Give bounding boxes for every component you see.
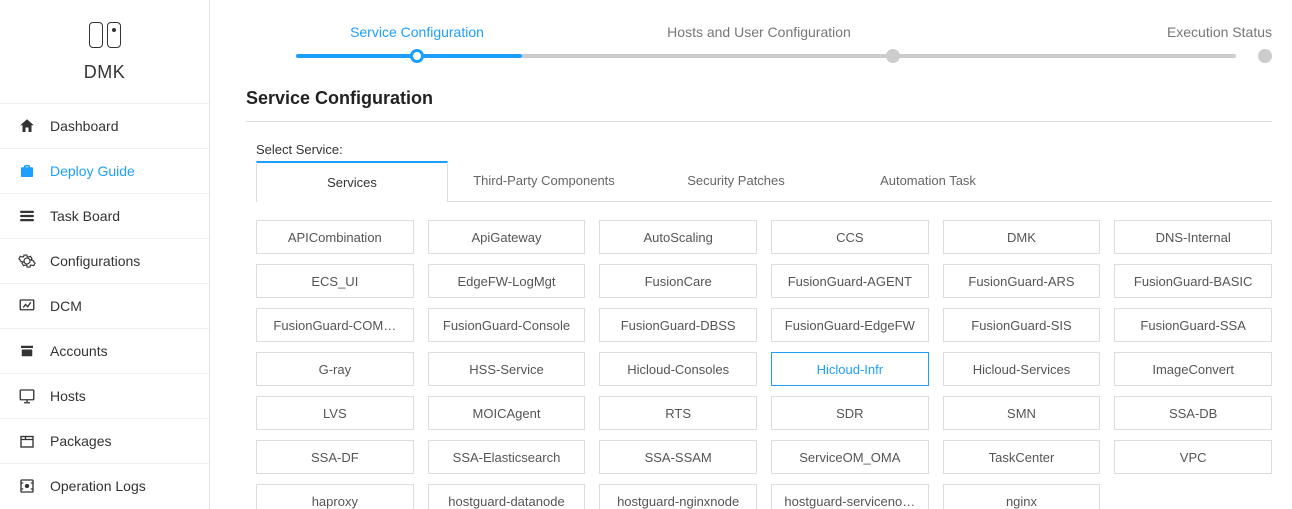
briefcase-icon	[18, 162, 36, 180]
logo: DMK	[0, 0, 209, 103]
app-icon	[89, 22, 121, 48]
service-tile[interactable]: FusionGuard-BASIC	[1114, 264, 1272, 298]
step-label: Hosts and User Configuration	[667, 24, 851, 40]
nav-item-label: DCM	[50, 298, 82, 314]
service-tile[interactable]: RTS	[599, 396, 757, 430]
log-icon	[18, 477, 36, 495]
tab-automation-task[interactable]: Automation Task	[832, 161, 1024, 201]
step-3[interactable]: Execution Status	[930, 24, 1272, 52]
service-tile[interactable]: FusionCare	[599, 264, 757, 298]
service-tile[interactable]: FusionGuard-COM…	[256, 308, 414, 342]
nav-item-hosts[interactable]: Hosts	[0, 373, 209, 418]
tab-services[interactable]: Services	[256, 161, 448, 202]
service-tile[interactable]: hostguard-datanode	[428, 484, 586, 509]
service-tile[interactable]: hostguard-serviceno…	[771, 484, 929, 509]
step-1[interactable]: Service Configuration	[246, 24, 588, 52]
tabs: ServicesThird-Party ComponentsSecurity P…	[256, 161, 1272, 202]
divider	[246, 121, 1272, 122]
nav-item-dcm[interactable]: DCM	[0, 283, 209, 328]
nav-item-label: Operation Logs	[50, 478, 146, 494]
nav-item-label: Deploy Guide	[50, 163, 135, 179]
main: Service Configuration Hosts and User Con…	[210, 0, 1292, 509]
nav-item-accounts[interactable]: Accounts	[0, 328, 209, 373]
service-tile[interactable]: CCS	[771, 220, 929, 254]
service-tile[interactable]: MOICAgent	[428, 396, 586, 430]
service-tile[interactable]: ECS_UI	[256, 264, 414, 298]
service-tile[interactable]: G-ray	[256, 352, 414, 386]
page-title: Service Configuration	[246, 88, 1272, 109]
service-tile[interactable]: EdgeFW-LogMgt	[428, 264, 586, 298]
service-tile[interactable]: Hicloud-Consoles	[599, 352, 757, 386]
step-dot	[886, 49, 900, 63]
nav-item-label: Accounts	[50, 343, 108, 359]
service-tile[interactable]: FusionGuard-Console	[428, 308, 586, 342]
service-tile[interactable]: HSS-Service	[428, 352, 586, 386]
service-tile[interactable]: FusionGuard-ARS	[943, 264, 1101, 298]
step-dot	[410, 49, 424, 63]
service-tile[interactable]: DMK	[943, 220, 1101, 254]
nav-item-label: Task Board	[50, 208, 120, 224]
home-icon	[18, 117, 36, 135]
step-label: Service Configuration	[350, 24, 484, 40]
service-tile[interactable]: VPC	[1114, 440, 1272, 474]
monitor-icon	[18, 297, 36, 315]
nav-item-label: Hosts	[50, 388, 86, 404]
stepper-track	[296, 54, 1236, 58]
step-2[interactable]: Hosts and User Configuration	[588, 24, 930, 52]
package-icon	[18, 432, 36, 450]
select-service-label: Select Service:	[256, 142, 1272, 157]
stepper-progress	[296, 54, 522, 58]
nav-item-dashboard[interactable]: Dashboard	[0, 103, 209, 148]
nav-item-packages[interactable]: Packages	[0, 418, 209, 463]
service-tile[interactable]: SSA-SSAM	[599, 440, 757, 474]
list-icon	[18, 207, 36, 225]
service-tile[interactable]: AutoScaling	[599, 220, 757, 254]
service-tile[interactable]: ServiceOM_OMA	[771, 440, 929, 474]
service-tile[interactable]: hostguard-nginxnode	[599, 484, 757, 509]
nav: Dashboard Deploy Guide Task Board Configura…	[0, 103, 209, 508]
service-tile[interactable]: FusionGuard-SIS	[943, 308, 1101, 342]
nav-item-label: Packages	[50, 433, 111, 449]
stepper: Service Configuration Hosts and User Con…	[246, 24, 1272, 52]
gear-icon	[18, 252, 36, 270]
sidebar: DMK Dashboard Deploy Guide Task Board Confi…	[0, 0, 210, 509]
service-tile[interactable]: SSA-DF	[256, 440, 414, 474]
service-tile[interactable]: FusionGuard-SSA	[1114, 308, 1272, 342]
service-tile[interactable]: TaskCenter	[943, 440, 1101, 474]
service-tile[interactable]: APICombination	[256, 220, 414, 254]
service-tile[interactable]: Hicloud-Infr	[771, 352, 929, 386]
nav-item-task-board[interactable]: Task Board	[0, 193, 209, 238]
step-dot	[1258, 49, 1272, 63]
nav-item-deploy-guide[interactable]: Deploy Guide	[0, 148, 209, 193]
nav-item-label: Dashboard	[50, 118, 119, 134]
nav-item-operation-logs[interactable]: Operation Logs	[0, 463, 209, 508]
service-tile[interactable]: ImageConvert	[1114, 352, 1272, 386]
service-tile[interactable]: Hicloud-Services	[943, 352, 1101, 386]
step-label: Execution Status	[1167, 24, 1272, 40]
archive-icon	[18, 342, 36, 360]
service-tile[interactable]: SSA-Elasticsearch	[428, 440, 586, 474]
service-tile[interactable]: FusionGuard-EdgeFW	[771, 308, 929, 342]
service-tile[interactable]: ApiGateway	[428, 220, 586, 254]
display-icon	[18, 387, 36, 405]
service-tile[interactable]: FusionGuard-DBSS	[599, 308, 757, 342]
service-tile[interactable]: LVS	[256, 396, 414, 430]
service-tile[interactable]: nginx	[943, 484, 1101, 509]
service-tile[interactable]: SSA-DB	[1114, 396, 1272, 430]
tab-security-patches[interactable]: Security Patches	[640, 161, 832, 201]
nav-item-configurations[interactable]: Configurations	[0, 238, 209, 283]
tab-third-party-components[interactable]: Third-Party Components	[448, 161, 640, 201]
service-grid: APICombination ApiGateway AutoScaling CCS DM…	[256, 220, 1272, 509]
service-tile[interactable]: DNS-Internal	[1114, 220, 1272, 254]
service-tile[interactable]: haproxy	[256, 484, 414, 509]
nav-item-label: Configurations	[50, 253, 140, 269]
service-tile[interactable]: FusionGuard-AGENT	[771, 264, 929, 298]
service-tile[interactable]: SMN	[943, 396, 1101, 430]
app-name: DMK	[84, 62, 126, 83]
service-tile[interactable]: SDR	[771, 396, 929, 430]
